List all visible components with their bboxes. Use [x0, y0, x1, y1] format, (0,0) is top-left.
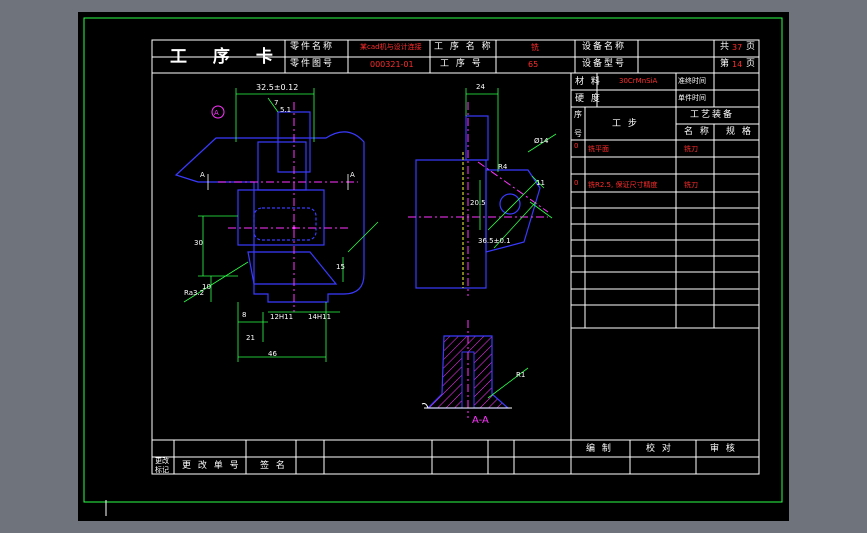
- dim-r4: R4: [498, 163, 508, 171]
- seq-label-top: 序: [574, 110, 582, 119]
- page-value: 14: [732, 60, 743, 69]
- outer-frame: [83, 17, 783, 503]
- equip-label: 工艺装备: [690, 110, 735, 120]
- prep-time-label: 准终时间: [678, 77, 706, 85]
- total-unit: 页: [746, 42, 758, 52]
- dim-46: 46: [268, 350, 277, 358]
- dim-24: 24: [476, 83, 485, 91]
- step-2-tool: 铣刀: [684, 181, 698, 189]
- title-block-grid: [152, 40, 759, 474]
- page-label: 第: [720, 59, 732, 69]
- dim-36: 36.5±0.1: [478, 237, 511, 245]
- label-a-right: A: [350, 171, 355, 179]
- svg-text:A: A: [214, 109, 219, 117]
- dim-8: 8: [242, 311, 247, 319]
- total-value: 37: [732, 43, 743, 52]
- dim-15: 15: [336, 263, 345, 271]
- dim-20-5: 20.5: [470, 199, 486, 207]
- sign-label: 签 名: [260, 461, 287, 471]
- material-label: 材 料: [575, 77, 602, 87]
- step-2-seq: 0: [574, 179, 579, 187]
- part-no-value: 000321-01: [370, 60, 414, 69]
- equip-spec-label: 规 格: [726, 127, 753, 137]
- change-doc-label: 更 改 单 号: [182, 461, 241, 471]
- inner-frame: [151, 39, 760, 475]
- checker-label: 校 对: [646, 444, 673, 454]
- step-1-tool: 铣刀: [684, 145, 698, 153]
- dim-r: R1: [516, 371, 526, 379]
- section-label: A-A: [472, 415, 489, 426]
- dim-5: 5.1: [280, 106, 292, 114]
- process-name-label: 工 序 名 称: [434, 42, 493, 52]
- part-no-label: 零件图号: [290, 59, 335, 69]
- dim-21: 21: [246, 334, 255, 342]
- dim-30: 30: [194, 239, 203, 247]
- change-mark-label-bottom: 标记: [155, 466, 169, 474]
- dim-phi: Ø14: [534, 137, 549, 145]
- surface-mark: Ra3.2: [184, 289, 205, 297]
- material-value: 30CrMnSiA: [619, 77, 658, 85]
- step-2-desc: 铣R2.5, 保证尺寸精度: [588, 181, 658, 189]
- unit-time-label: 单件时间: [678, 94, 706, 102]
- part-name-label: 零件名称: [290, 42, 335, 52]
- dim-top: 32.5±0.12: [256, 83, 299, 92]
- hardness-label: 硬 度: [575, 94, 602, 104]
- equipment-name-label: 设备名称: [582, 42, 627, 52]
- step-1-seq: 0: [574, 142, 579, 150]
- page-unit: 页: [746, 59, 758, 69]
- process-name-value: 铣: [531, 43, 539, 52]
- dim-11: 11: [536, 179, 545, 187]
- side-view-drawing: [408, 88, 557, 296]
- equip-name-label: 名 称: [684, 127, 711, 137]
- step-label: 工 步: [612, 119, 639, 129]
- dim-12h: 12H11: [270, 313, 294, 321]
- approver-label: 审 核: [710, 444, 737, 454]
- step-1-desc: 铣平面: [588, 145, 609, 153]
- process-no-label: 工 序 号: [440, 59, 483, 69]
- process-no-value: 65: [528, 60, 539, 69]
- dim-14h: 14H11: [308, 313, 332, 321]
- cad-viewport[interactable]: A 工 序 卡 零件名称 某cad机与设计连接 工 序 名 称 铣 设备名称 共…: [78, 12, 789, 521]
- editor-label: 编 制: [586, 444, 613, 454]
- total-label: 共: [720, 42, 732, 52]
- dim-7: 7: [274, 99, 279, 107]
- equipment-model-label: 设备型号: [582, 59, 627, 69]
- part-name-value: 某cad机与设计连接: [360, 43, 422, 51]
- seq-label-bottom: 号: [574, 129, 582, 138]
- change-mark-label-top: 更改: [155, 457, 169, 465]
- label-a-left: A: [200, 171, 205, 179]
- section-aa-drawing: [421, 320, 529, 418]
- card-title: 工 序 卡: [170, 47, 283, 67]
